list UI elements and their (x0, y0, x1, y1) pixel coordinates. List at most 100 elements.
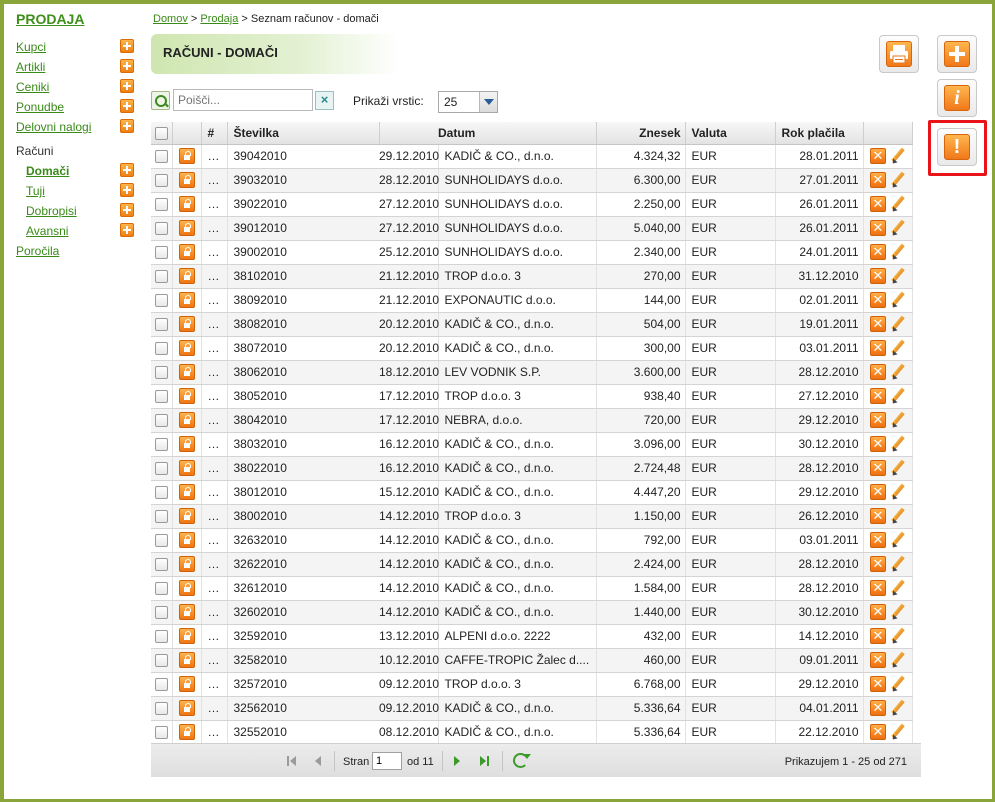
row-checkbox-cell[interactable] (151, 384, 173, 409)
table-row[interactable]: … 32622010 14.12.2010 KADIČ & CO., d.n.o. 2.… (151, 552, 913, 577)
select-all-header[interactable] (151, 122, 173, 145)
lock-icon[interactable] (178, 724, 195, 740)
lock-cell[interactable] (172, 648, 202, 673)
row-more[interactable]: … (201, 216, 228, 241)
sidebar-item[interactable]: Kupci (16, 39, 138, 59)
column-header-valuta[interactable]: Valuta (685, 122, 776, 145)
delete-icon[interactable]: ✕ (870, 484, 886, 500)
row-more[interactable]: … (201, 456, 228, 481)
table-row[interactable]: … 38072010 20.12.2010 KADIČ & CO., d.n.o. 30… (151, 336, 913, 361)
row-more[interactable]: … (201, 192, 228, 217)
lock-icon[interactable] (178, 628, 195, 644)
row-checkbox-cell[interactable] (151, 480, 173, 505)
row-more[interactable]: … (201, 288, 228, 313)
lock-cell[interactable] (172, 144, 202, 169)
table-row[interactable]: … 38092010 21.12.2010 EXPONAUTIC d.o.o. 144,… (151, 288, 913, 313)
sidebar-item[interactable]: Ponudbe (16, 99, 138, 119)
sidebar-title[interactable]: PRODAJA (16, 11, 138, 27)
row-checkbox[interactable] (154, 534, 168, 548)
pencil-icon[interactable] (889, 172, 905, 188)
pencil-icon[interactable] (889, 340, 905, 356)
row-checkbox[interactable] (154, 150, 168, 164)
row-checkbox[interactable] (154, 438, 168, 452)
row-checkbox[interactable] (154, 486, 168, 500)
pencil-icon[interactable] (889, 580, 905, 596)
lock-cell[interactable] (172, 552, 202, 577)
lock-cell[interactable] (172, 312, 202, 337)
add-button[interactable] (937, 35, 977, 73)
sidebar-item[interactable]: Dobropisi (16, 203, 138, 223)
table-row[interactable]: … 38032010 16.12.2010 KADIČ & CO., d.n.o. 3.… (151, 432, 913, 457)
row-checkbox[interactable] (154, 270, 168, 284)
row-checkbox-cell[interactable] (151, 168, 173, 193)
chevron-down-icon[interactable] (479, 92, 497, 112)
lock-cell[interactable] (172, 696, 202, 721)
row-checkbox-cell[interactable] (151, 528, 173, 553)
lock-cell[interactable] (172, 576, 202, 601)
row-checkbox[interactable] (154, 246, 168, 260)
sidebar-item-label[interactable]: Tuji (26, 184, 45, 198)
refresh-icon[interactable] (513, 753, 531, 768)
row-checkbox[interactable] (154, 606, 168, 620)
row-more[interactable]: … (201, 528, 228, 553)
pencil-icon[interactable] (889, 676, 905, 692)
pencil-icon[interactable] (889, 244, 905, 260)
last-page-icon[interactable] (477, 755, 489, 767)
row-checkbox-cell[interactable] (151, 216, 173, 241)
breadcrumb-home[interactable]: Domov (153, 13, 188, 25)
row-more[interactable]: … (201, 240, 228, 265)
delete-icon[interactable]: ✕ (870, 508, 886, 524)
delete-icon[interactable]: ✕ (870, 652, 886, 668)
pencil-icon[interactable] (889, 460, 905, 476)
lock-cell[interactable] (172, 600, 202, 625)
row-checkbox-cell[interactable] (151, 552, 173, 577)
lock-icon[interactable] (178, 268, 195, 284)
lock-cell[interactable] (172, 408, 202, 433)
search-icon[interactable] (151, 91, 170, 110)
row-more[interactable]: … (201, 648, 228, 673)
add-icon[interactable] (120, 223, 134, 237)
pencil-icon[interactable] (889, 652, 905, 668)
row-checkbox[interactable] (154, 630, 168, 644)
row-more[interactable]: … (201, 312, 228, 337)
sidebar-item-label[interactable]: Kupci (16, 40, 46, 54)
table-row[interactable]: … 38082010 20.12.2010 KADIČ & CO., d.n.o. 50… (151, 312, 913, 337)
sidebar-item-label[interactable]: Delovni nalogi (16, 120, 91, 134)
row-checkbox-cell[interactable] (151, 432, 173, 457)
table-row[interactable]: … 32562010 09.12.2010 KADIČ & CO., d.n.o. 5.… (151, 696, 913, 721)
row-checkbox-cell[interactable] (151, 576, 173, 601)
row-more[interactable]: … (201, 144, 228, 169)
row-checkbox[interactable] (154, 678, 168, 692)
sidebar-item[interactable]: Poročila (16, 243, 138, 263)
row-checkbox-cell[interactable] (151, 360, 173, 385)
row-more[interactable]: … (201, 720, 228, 745)
delete-icon[interactable]: ✕ (870, 412, 886, 428)
lock-icon[interactable] (178, 196, 195, 212)
lock-cell[interactable] (172, 264, 202, 289)
row-checkbox[interactable] (154, 366, 168, 380)
page-number-input[interactable] (372, 752, 402, 770)
table-row[interactable]: … 38002010 14.12.2010 TROP d.o.o. 3 1.150,00… (151, 504, 913, 529)
row-more[interactable]: … (201, 384, 228, 409)
column-header-datum[interactable]: Datum (438, 122, 597, 145)
pencil-icon[interactable] (889, 556, 905, 572)
lock-icon[interactable] (178, 436, 195, 452)
row-checkbox[interactable] (154, 702, 168, 716)
delete-icon[interactable]: ✕ (870, 604, 886, 620)
row-more[interactable]: … (201, 264, 228, 289)
row-checkbox[interactable] (154, 510, 168, 524)
row-checkbox-cell[interactable] (151, 336, 173, 361)
delete-icon[interactable]: ✕ (870, 532, 886, 548)
sidebar-item-label[interactable]: Domači (26, 164, 69, 178)
row-checkbox[interactable] (154, 390, 168, 404)
delete-icon[interactable]: ✕ (870, 292, 886, 308)
table-row[interactable]: … 39042010 29.12.2010 KADIČ & CO., d.n.o. 4.… (151, 144, 913, 169)
lock-cell[interactable] (172, 432, 202, 457)
lock-icon[interactable] (178, 148, 195, 164)
lock-icon[interactable] (178, 580, 195, 596)
lock-icon[interactable] (178, 364, 195, 380)
table-row[interactable]: … 38062010 18.12.2010 LEV VODNIK S.P. 3.600,… (151, 360, 913, 385)
row-checkbox[interactable] (154, 222, 168, 236)
add-icon[interactable] (120, 79, 134, 93)
pencil-icon[interactable] (889, 148, 905, 164)
